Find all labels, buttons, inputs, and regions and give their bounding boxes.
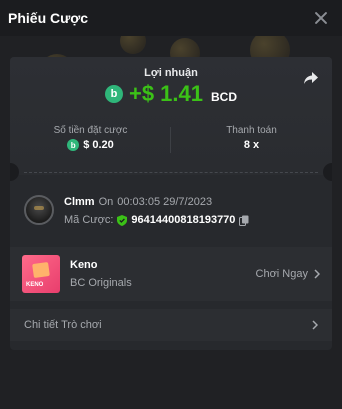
bet-id-label: Mã Cược:	[64, 214, 114, 226]
game-provider: BC Originals	[70, 277, 132, 289]
game-title: Keno	[70, 259, 98, 271]
play-now-label: Chơi Ngay	[255, 268, 308, 280]
shield-icon	[117, 214, 128, 226]
on-label: On	[98, 196, 114, 208]
payout-label: Thanh toán	[226, 125, 277, 136]
profit-row: b +$ 1.41 BCD	[10, 81, 332, 107]
background-coin	[120, 36, 146, 54]
close-icon[interactable]	[314, 11, 328, 25]
share-icon[interactable]	[302, 69, 320, 87]
keno-thumbnail-label: KENO	[26, 282, 44, 288]
bet-slip-card: Lợi nhuận b +$ 1.41 BCD Số tiền đặt cược…	[10, 57, 332, 350]
bet-amount-stat: Số tiền đặt cược b $ 0.20	[10, 125, 171, 155]
modal-header: Phiếu Cược	[0, 0, 342, 36]
bet-amount-label: Số tiền đặt cược	[53, 125, 128, 136]
bet-amount-value: $ 0.20	[83, 139, 114, 151]
player-name[interactable]: Clmm	[64, 196, 95, 208]
keno-chip-icon	[32, 261, 50, 279]
player-info: Clmm On 00:03:05 29/7/2023 Mã Cược: 9641…	[24, 195, 249, 226]
dashed-divider	[24, 172, 318, 173]
bet-id: 96414400818193770	[131, 214, 236, 226]
bet-time: 00:03:05 29/7/2023	[117, 196, 213, 208]
game-row[interactable]: KENO Keno BC Originals Chơi Ngay	[10, 247, 332, 301]
stat-divider	[170, 127, 171, 153]
bet-id-row: Mã Cược: 96414400818193770	[64, 214, 249, 226]
payout-value: 8 x	[243, 139, 260, 151]
play-now-button[interactable]: Chơi Ngay	[256, 268, 320, 280]
player-details: Clmm On 00:03:05 29/7/2023 Mã Cược: 9641…	[64, 195, 249, 226]
game-details-label: Chi tiết Trò chơi	[24, 319, 102, 331]
player-name-row: Clmm On 00:03:05 29/7/2023	[64, 196, 249, 208]
modal-title: Phiếu Cược	[8, 10, 88, 26]
profit-value: +$ 1.41	[128, 81, 203, 106]
coin-icon: b	[104, 85, 123, 103]
payout-stat: Thanh toán 8 x	[171, 125, 332, 155]
chevron-right-icon	[312, 320, 318, 330]
bet-amount-row: b $ 0.20	[10, 139, 171, 151]
profit-currency: BCD	[211, 90, 237, 104]
keno-thumbnail: KENO	[22, 255, 60, 293]
copy-icon[interactable]	[239, 215, 249, 226]
ticket-notch-right	[323, 163, 332, 181]
game-details-row[interactable]: Chi tiết Trò chơi	[10, 309, 332, 341]
profit-label: Lợi nhuận	[144, 67, 198, 79]
bet-stats: Số tiền đặt cược b $ 0.20 Thanh toán 8 x	[10, 125, 332, 155]
coin-icon: b	[67, 139, 80, 151]
bet-summary: Lợi nhuận b +$ 1.41 BCD Số tiền đặt cược…	[10, 57, 332, 175]
chevron-right-icon	[314, 269, 320, 279]
game-info: Keno BC Originals	[70, 259, 256, 289]
avatar[interactable]	[24, 195, 54, 225]
